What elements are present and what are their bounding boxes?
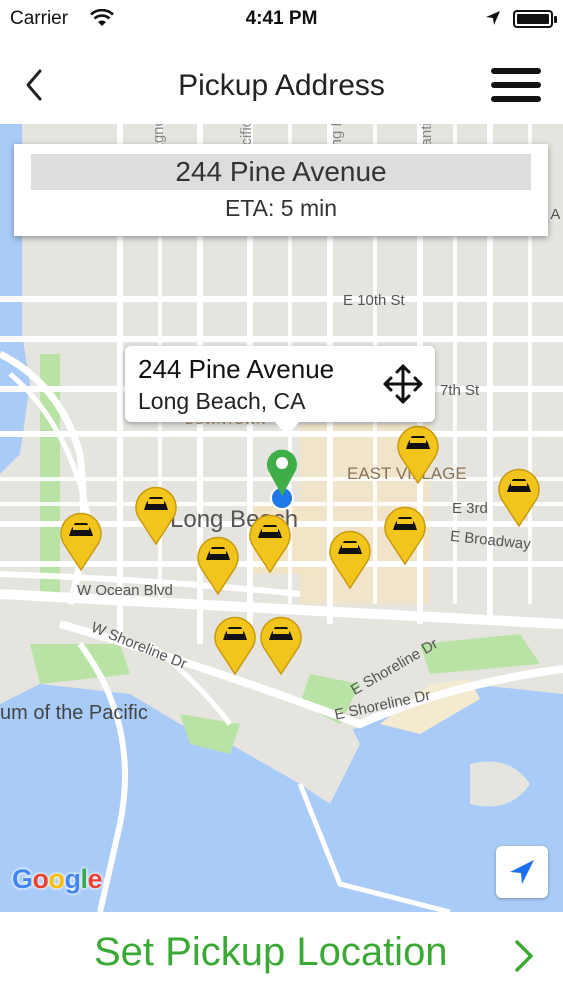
taxi-pin-icon[interactable] (256, 610, 306, 676)
map-view[interactable]: Magnolia A Pacific A Long Beach Bl Atlan… (0, 124, 563, 912)
status-bar: Carrier 4:41 PM (0, 0, 563, 40)
taxi-pin-icon[interactable] (245, 508, 295, 574)
location-arrow-icon (510, 860, 534, 884)
taxi-pin-icon[interactable] (380, 500, 430, 566)
battery-nub (554, 16, 557, 23)
page-title: Pickup Address (178, 69, 385, 102)
taxi-pin-icon[interactable] (325, 524, 375, 590)
map-label: W Ocean Blvd (77, 582, 173, 599)
move-arrows-icon[interactable] (379, 360, 427, 408)
map-label: 7th St (440, 382, 480, 399)
taxi-pin-icon[interactable] (393, 419, 443, 485)
eta-text: ETA: 5 min (224, 195, 338, 221)
green-location-pin-icon[interactable] (262, 446, 302, 510)
address-text: 244 Pine Avenue (31, 154, 531, 190)
callout-subtitle: Long Beach, CA (138, 388, 306, 414)
taxi-pin-icon[interactable] (56, 506, 106, 572)
map-label: E 10th St (343, 292, 405, 309)
locate-me-button[interactable] (496, 846, 548, 898)
taxi-pin-icon[interactable] (193, 530, 243, 596)
taxi-pin-icon[interactable] (131, 480, 181, 546)
taxi-pin-icon[interactable] (210, 610, 260, 676)
callout-title: 244 Pine Avenue (138, 354, 335, 384)
address-card[interactable]: 244 Pine Avenue ETA: 5 min (14, 144, 548, 236)
map-label: E 3rd (452, 500, 488, 517)
google-attribution: Google (12, 864, 103, 894)
hamburger-menu-icon[interactable] (491, 68, 541, 106)
set-pickup-location-button[interactable]: Set Pickup Location (0, 912, 563, 1000)
location-arrow-icon (486, 11, 500, 25)
battery-icon (513, 10, 553, 28)
set-pickup-location-label: Set Pickup Location (94, 930, 448, 974)
location-callout[interactable]: 244 Pine Avenue Long Beach, CA (125, 346, 435, 436)
status-time: 4:41 PM (245, 8, 318, 29)
map-label: um of the Pacific (0, 702, 148, 724)
chevron-right-icon (515, 940, 533, 972)
taxi-pin-icon[interactable] (494, 462, 544, 528)
navigation-bar: Pickup Address (0, 40, 563, 124)
